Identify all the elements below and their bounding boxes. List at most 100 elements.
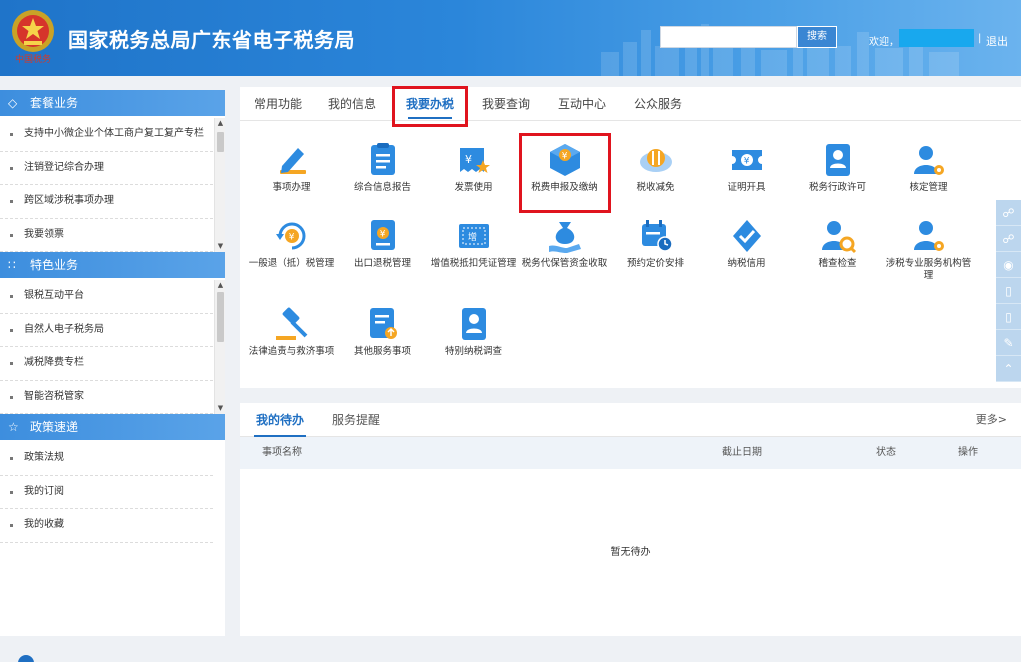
tab-public-service[interactable]: 公众服务 bbox=[630, 87, 686, 121]
function-item[interactable]: 核定管理 bbox=[883, 140, 974, 194]
svg-text:¥: ¥ bbox=[743, 157, 749, 167]
function-label: 证明开具 bbox=[727, 182, 766, 193]
sidebar-list-package: 支持中小微企业个体工商户复工复产专栏 注销登记综合办理 跨区域涉税事项办理 我要… bbox=[0, 118, 213, 252]
search-button[interactable]: 搜索 bbox=[797, 26, 837, 48]
welcome-text: 欢迎， bbox=[869, 37, 899, 48]
function-item[interactable]: 综合信息报告 bbox=[337, 140, 428, 194]
agency-icon bbox=[913, 221, 944, 251]
document-icon bbox=[370, 143, 395, 175]
sidebar-item[interactable]: 智能咨税管家 bbox=[0, 381, 213, 414]
function-item[interactable]: ¥ 出口退税管理 bbox=[337, 216, 428, 270]
site-title: 国家税务总局广东省电子税务局 bbox=[68, 28, 355, 52]
scroll-thumb[interactable] bbox=[217, 292, 224, 342]
function-item[interactable]: 增 增值税抵扣凭证管理 bbox=[428, 216, 519, 270]
mobile-icon[interactable]: ▯ bbox=[996, 278, 1021, 304]
function-item[interactable]: 税务代保管资金收取 bbox=[519, 216, 610, 270]
function-item[interactable]: 事项办理 bbox=[246, 140, 337, 194]
search-input[interactable] bbox=[660, 26, 797, 48]
more-link[interactable]: 更多> bbox=[976, 403, 1007, 437]
footer-badge-icon bbox=[18, 655, 34, 662]
function-label: 税收减免 bbox=[636, 182, 675, 193]
sidebar-section-policy[interactable]: ☆ 政策速递 bbox=[0, 414, 225, 440]
vat-icon: 增 bbox=[458, 224, 489, 248]
sidebar-item[interactable]: 我的订阅 bbox=[0, 476, 213, 509]
sidebar-item[interactable]: 减税降费专栏 bbox=[0, 347, 213, 381]
invoice-icon: ¥ bbox=[459, 148, 490, 173]
tab-interaction[interactable]: 互动中心 bbox=[554, 87, 610, 121]
tab-my-todo[interactable]: 我的待办 bbox=[253, 403, 307, 437]
sidebar-section-title: 政策速递 bbox=[30, 420, 79, 434]
function-label: 事项办理 bbox=[272, 182, 311, 193]
tab-query[interactable]: 我要查询 bbox=[478, 87, 534, 121]
edit-icon[interactable]: ✎ bbox=[996, 330, 1021, 356]
function-item[interactable]: 预约定价安排 bbox=[610, 216, 701, 270]
sidebar-item[interactable]: 政策法规 bbox=[0, 442, 213, 476]
export-icon: ¥ bbox=[370, 220, 395, 250]
svg-text:¥: ¥ bbox=[379, 230, 385, 240]
column-header: 事项名称 bbox=[262, 447, 302, 458]
tab-common[interactable]: 常用功能 bbox=[250, 87, 306, 121]
sidebar-section-package[interactable]: ◇ 套餐业务 bbox=[0, 90, 225, 116]
function-item[interactable]: 法律追责与救济事项 bbox=[246, 304, 337, 358]
chat-icon[interactable]: ☍ bbox=[996, 226, 1021, 252]
scroll-up-icon[interactable]: ▲ bbox=[216, 119, 225, 128]
emblem-caption: 中国税务 bbox=[14, 55, 51, 65]
grid-icon: ∷ bbox=[8, 258, 16, 272]
function-item[interactable]: 特别纳税调查 bbox=[428, 304, 519, 358]
sidebar-item[interactable]: 跨区域涉税事项办理 bbox=[0, 185, 213, 219]
sidebar-item[interactable]: 我的收藏 bbox=[0, 509, 213, 543]
function-item[interactable]: 涉税专业服务机构管理 bbox=[883, 216, 974, 282]
function-item[interactable]: ¥ 一般退（抵）税管理 bbox=[246, 216, 337, 270]
investigate-icon bbox=[461, 308, 486, 340]
inspect-icon bbox=[821, 221, 856, 254]
column-header: 状态 bbox=[876, 447, 896, 458]
scroll-thumb[interactable] bbox=[217, 132, 224, 152]
scroll-down-icon[interactable]: ▼ bbox=[216, 404, 225, 413]
empty-message: 暂无待办 bbox=[610, 547, 651, 558]
function-item[interactable]: ¥ 证明开具 bbox=[701, 140, 792, 194]
calendar-clock-icon bbox=[641, 220, 673, 252]
layers-icon: ◇ bbox=[8, 96, 18, 110]
function-item[interactable]: ¥ 发票使用 bbox=[428, 140, 519, 194]
function-item[interactable]: 其他服务事项 bbox=[337, 304, 428, 358]
credit-shield-icon bbox=[732, 220, 761, 252]
sidebar-scrollbar[interactable]: ▲ ▼ bbox=[214, 280, 225, 414]
sidebar-section-featured[interactable]: ∷ 特色业务 bbox=[0, 252, 225, 278]
up-arrow-icon[interactable]: ⌃ bbox=[996, 356, 1021, 382]
sidebar-item[interactable]: 我要领票 bbox=[0, 219, 213, 252]
user-gear-icon bbox=[913, 146, 944, 175]
svg-text:增: 增 bbox=[468, 231, 477, 243]
logout-link[interactable]: 退出 bbox=[986, 33, 1008, 49]
function-item[interactable]: 税收减免 bbox=[610, 140, 701, 194]
tab-service-reminder[interactable]: 服务提醒 bbox=[332, 403, 380, 437]
weibo-icon[interactable]: ◉ bbox=[996, 252, 1021, 278]
sidebar-item[interactable]: 自然人电子税务局 bbox=[0, 314, 213, 347]
sidebar: ◇ 套餐业务 支持中小微企业个体工商户复工复产专栏 注销登记综合办理 跨区域涉税… bbox=[0, 90, 225, 636]
scroll-up-icon[interactable]: ▲ bbox=[216, 281, 225, 290]
tax-emblem-icon bbox=[12, 10, 54, 52]
function-label: 出口退税管理 bbox=[353, 258, 411, 269]
sidebar-item[interactable]: 支持中小微企业个体工商户复工复产专栏 bbox=[0, 118, 213, 152]
function-label: 增值税抵扣凭证管理 bbox=[430, 258, 517, 269]
function-item[interactable]: 稽查检查 bbox=[792, 216, 883, 270]
sidebar-section-title: 套餐业务 bbox=[30, 96, 79, 110]
svg-text:¥: ¥ bbox=[288, 233, 294, 243]
user-name-badge[interactable] bbox=[899, 29, 974, 47]
function-label: 纳税信用 bbox=[727, 258, 766, 269]
function-label: 特别纳税调查 bbox=[444, 346, 502, 357]
floating-toolbar: ☍ ☍ ◉ ▯ ▯ ✎ ⌃ bbox=[996, 200, 1021, 382]
function-item[interactable]: 纳税信用 bbox=[701, 216, 792, 270]
tab-my-info[interactable]: 我的信息 bbox=[324, 87, 380, 121]
sidebar-item[interactable]: 注销登记综合办理 bbox=[0, 152, 213, 185]
mobile-icon[interactable]: ▯ bbox=[996, 304, 1021, 330]
function-label: 综合信息报告 bbox=[353, 182, 411, 193]
sidebar-scrollbar[interactable]: ▲ ▼ bbox=[214, 118, 225, 252]
svg-text:¥: ¥ bbox=[561, 152, 567, 162]
function-item[interactable]: ¥ 税费申报及缴纳 bbox=[519, 140, 610, 194]
sidebar-item[interactable]: 银税互动平台 bbox=[0, 280, 213, 314]
scroll-down-icon[interactable]: ▼ bbox=[216, 242, 225, 251]
function-item[interactable]: 税务行政许可 bbox=[792, 140, 883, 194]
function-label: 核定管理 bbox=[909, 182, 948, 193]
chat-icon[interactable]: ☍ bbox=[996, 200, 1021, 226]
site-header: 中国税务 国家税务总局广东省电子税务局 搜索 欢迎， | 退出 bbox=[0, 0, 1021, 76]
